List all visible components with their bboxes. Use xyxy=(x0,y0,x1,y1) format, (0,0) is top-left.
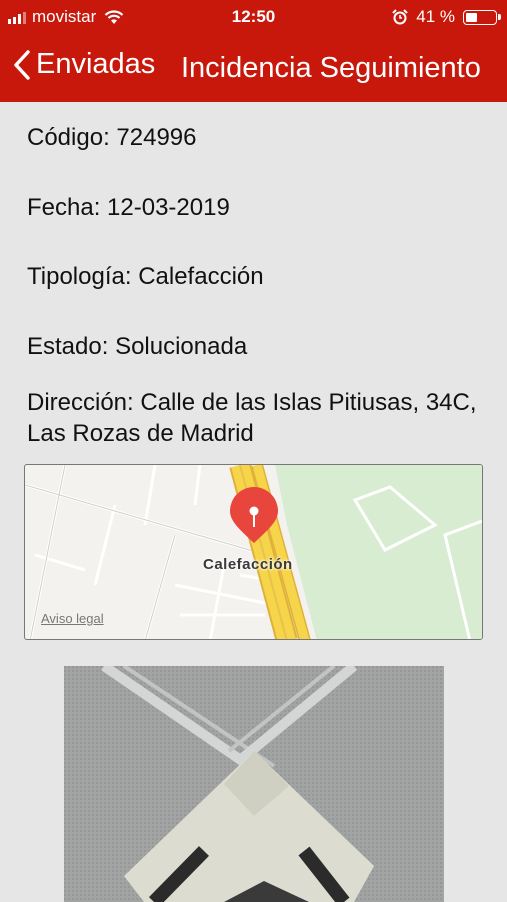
wifi-icon xyxy=(104,9,124,24)
map-pin-label: Calefacción xyxy=(203,556,293,573)
tipologia-value: Calefacción xyxy=(138,263,264,290)
estado-label: Estado xyxy=(27,333,115,360)
battery-fill xyxy=(466,12,477,22)
codigo-label: Código xyxy=(27,124,116,151)
field-estado: EstadoSolucionada xyxy=(27,331,487,362)
chevron-left-icon xyxy=(14,49,30,80)
field-codigo: Código724996 xyxy=(27,122,487,153)
back-label: Enviadas xyxy=(36,48,156,80)
battery-percent: 41 % xyxy=(416,7,455,26)
field-fecha: Fecha12-03-2019 xyxy=(27,192,487,223)
photo-image xyxy=(64,666,444,902)
page-title: Incidencia Seguimiento xyxy=(181,52,481,84)
status-right: 41 % xyxy=(392,7,501,27)
field-direccion: DirecciónCalle de las Islas Pitiusas, 34… xyxy=(27,387,487,449)
incident-photo[interactable] xyxy=(64,666,444,902)
carrier-label: movistar xyxy=(32,7,97,26)
legal-link[interactable]: Aviso legal xyxy=(41,611,104,626)
header: movistar 12:50 41 % Enviadas Incidencia … xyxy=(0,0,507,102)
nav-bar: Enviadas Incidencia Seguimiento xyxy=(0,40,507,96)
estado-value: Solucionada xyxy=(115,333,248,360)
signal-icon xyxy=(8,10,26,24)
location-map[interactable]: Calefacción Aviso legal xyxy=(24,464,483,640)
status-left: movistar xyxy=(8,7,124,27)
fecha-value: 12-03-2019 xyxy=(107,194,230,221)
field-tipologia: TipologíaCalefacción xyxy=(27,261,487,292)
fecha-label: Fecha xyxy=(27,194,107,221)
status-bar: movistar 12:50 41 % xyxy=(0,0,507,34)
alarm-icon xyxy=(392,9,408,25)
codigo-value: 724996 xyxy=(116,124,197,151)
back-button[interactable]: Enviadas xyxy=(12,48,155,81)
battery-icon xyxy=(463,9,501,25)
direccion-label: Dirección xyxy=(27,389,140,416)
tipologia-label: Tipología xyxy=(27,263,138,290)
